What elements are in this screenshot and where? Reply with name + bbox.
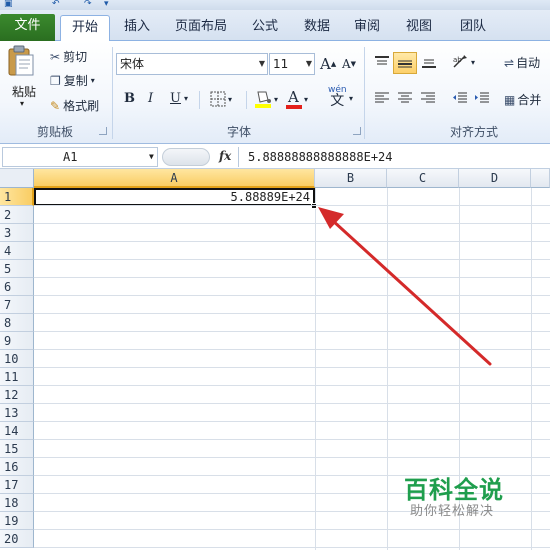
annotation-arrow (318, 207, 492, 366)
watermark-subtitle: 助你轻松解决 (410, 504, 495, 519)
